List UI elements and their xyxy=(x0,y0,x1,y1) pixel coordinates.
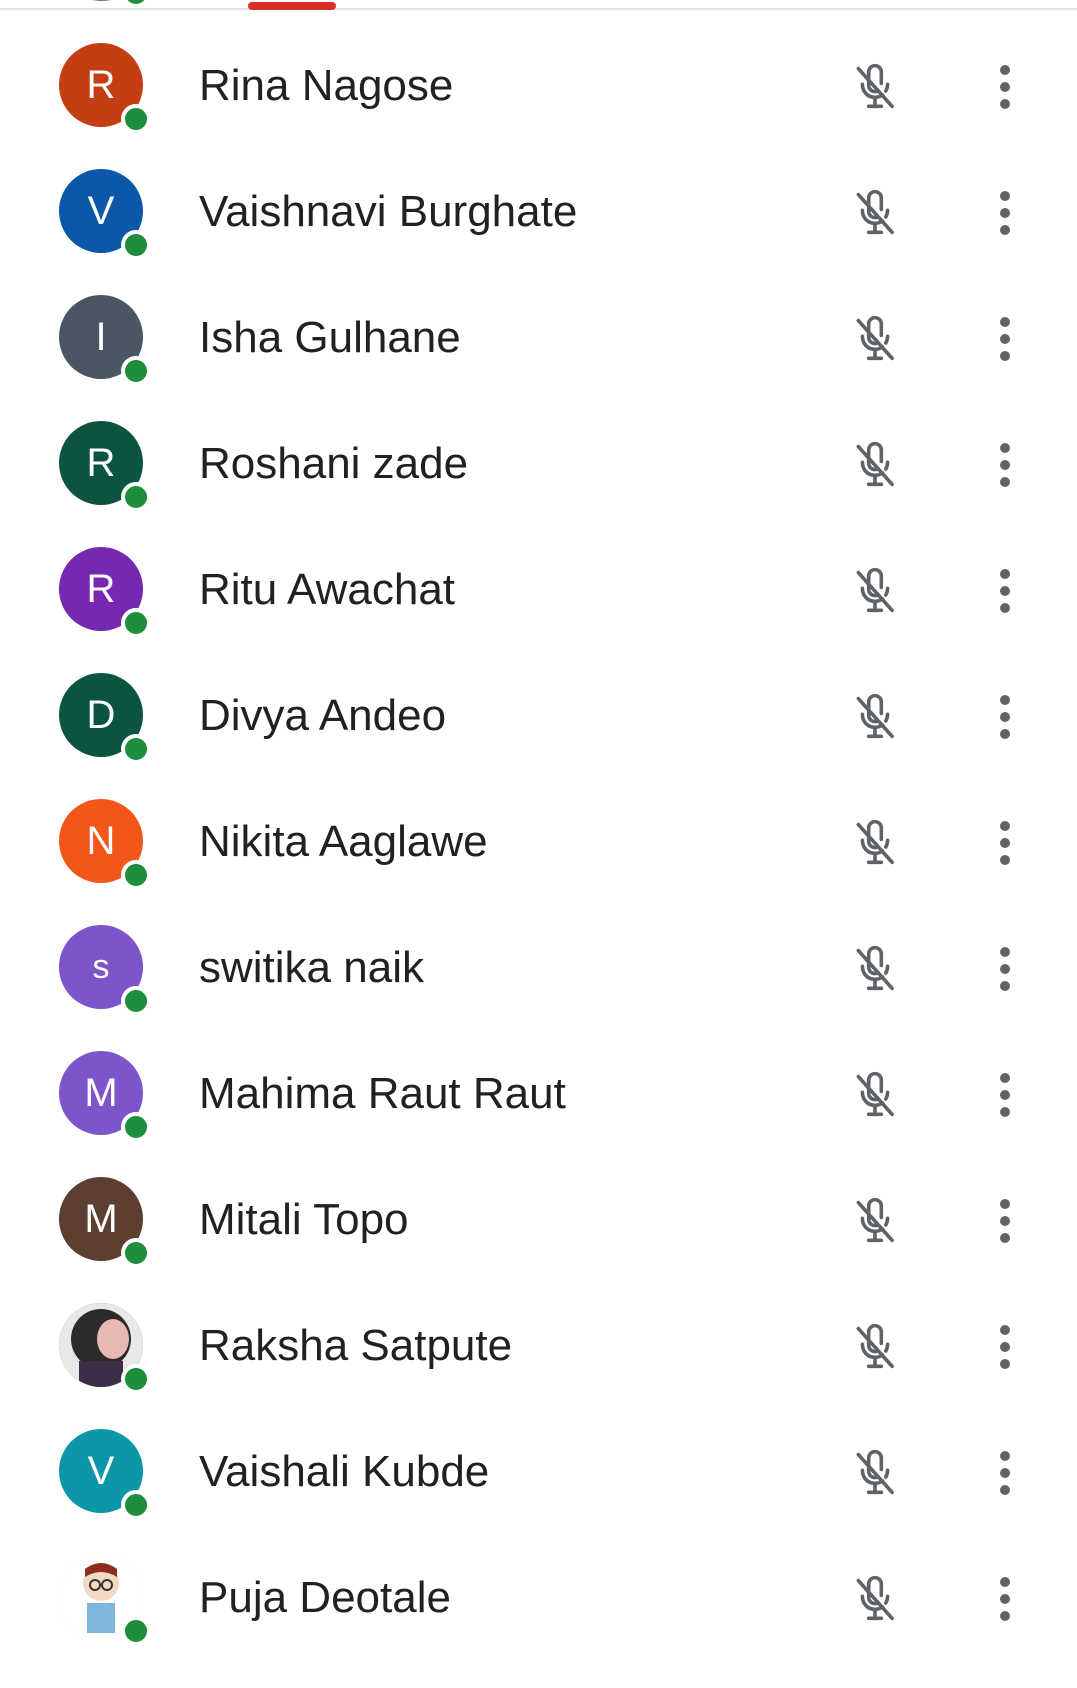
participant-name: Isha Gulhane xyxy=(199,313,461,362)
more-vert-icon[interactable] xyxy=(988,942,1022,996)
more-vert-icon[interactable] xyxy=(988,60,1022,114)
participant-row[interactable]: V Vaishali Kubde xyxy=(0,1408,1077,1534)
presence-dot xyxy=(121,1238,151,1268)
mic-off-icon[interactable] xyxy=(848,1320,902,1374)
mic-off-icon[interactable] xyxy=(848,564,902,618)
presence-dot xyxy=(121,356,151,386)
more-vert-icon[interactable] xyxy=(988,312,1022,366)
participant-name: Puja Deotale xyxy=(199,1573,451,1622)
presence-dot xyxy=(121,986,151,1016)
presence-dot xyxy=(121,734,151,764)
participant-row[interactable]: M Mahima Raut Raut xyxy=(0,1030,1077,1156)
more-vert-icon[interactable] xyxy=(988,186,1022,240)
participant-row[interactable]: Sakshi Khobe xyxy=(0,0,1077,22)
more-vert-icon[interactable] xyxy=(988,564,1022,618)
more-vert-icon[interactable] xyxy=(988,1572,1022,1626)
participant-row[interactable]: D Divya Andeo xyxy=(0,652,1077,778)
participant-row[interactable]: R Rina Nagose xyxy=(0,22,1077,148)
participant-row[interactable]: R Ritu Awachat xyxy=(0,526,1077,652)
more-vert-icon[interactable] xyxy=(988,690,1022,744)
more-vert-icon[interactable] xyxy=(988,1068,1022,1122)
mic-off-icon[interactable] xyxy=(848,816,902,870)
presence-dot xyxy=(121,104,151,134)
participant-name: Vaishali Kubde xyxy=(199,1447,490,1496)
participant-name: Raksha Satpute xyxy=(199,1321,513,1370)
presence-dot xyxy=(121,1490,151,1520)
presence-dot xyxy=(121,230,151,260)
participant-row[interactable]: N Nikita Aaglawe xyxy=(0,778,1077,904)
mic-off-icon[interactable] xyxy=(848,1446,902,1500)
participant-name: Mitali Topo xyxy=(199,1195,409,1244)
participant-row[interactable]: I Isha Gulhane xyxy=(0,274,1077,400)
more-vert-icon[interactable] xyxy=(988,438,1022,492)
participant-row[interactable]: V Vaishnavi Burghate xyxy=(0,148,1077,274)
participant-name: switika naik xyxy=(199,943,424,992)
participant-name: Nikita Aaglawe xyxy=(199,817,488,866)
mic-off-icon[interactable] xyxy=(848,186,902,240)
more-vert-icon[interactable] xyxy=(988,1194,1022,1248)
participant-name: Ritu Awachat xyxy=(199,565,456,614)
presence-dot xyxy=(121,1616,151,1646)
presence-dot xyxy=(121,1112,151,1142)
presence-dot xyxy=(121,482,151,512)
more-vert-icon[interactable] xyxy=(988,1446,1022,1500)
participant-row[interactable]: Puja Deotale xyxy=(0,1534,1077,1660)
participant-list: Sakshi KhobeRRina NagoseVVaishnavi Burgh… xyxy=(0,0,1077,1660)
mic-off-icon[interactable] xyxy=(848,1572,902,1626)
participant-name: Mahima Raut Raut xyxy=(199,1069,566,1118)
presence-dot xyxy=(121,1364,151,1394)
mic-off-icon[interactable] xyxy=(848,942,902,996)
more-vert-icon[interactable] xyxy=(988,1320,1022,1374)
mic-off-icon[interactable] xyxy=(848,1068,902,1122)
presence-dot xyxy=(121,0,151,8)
participant-row[interactable]: Raksha Satpute xyxy=(0,1282,1077,1408)
participant-row[interactable]: R Roshani zade xyxy=(0,400,1077,526)
mic-off-icon[interactable] xyxy=(848,60,902,114)
presence-dot xyxy=(121,860,151,890)
mic-off-icon[interactable] xyxy=(848,312,902,366)
presence-dot xyxy=(121,608,151,638)
participant-name: Divya Andeo xyxy=(199,691,447,740)
participant-name: Rina Nagose xyxy=(199,61,454,110)
participant-name: Vaishnavi Burghate xyxy=(199,187,578,236)
mic-off-icon[interactable] xyxy=(848,1194,902,1248)
participant-name: Roshani zade xyxy=(199,439,469,488)
more-vert-icon[interactable] xyxy=(988,816,1022,870)
participant-row[interactable]: s switika naik xyxy=(0,904,1077,1030)
mic-off-icon[interactable] xyxy=(848,438,902,492)
mic-off-icon[interactable] xyxy=(848,690,902,744)
participant-row[interactable]: M Mitali Topo xyxy=(0,1156,1077,1282)
